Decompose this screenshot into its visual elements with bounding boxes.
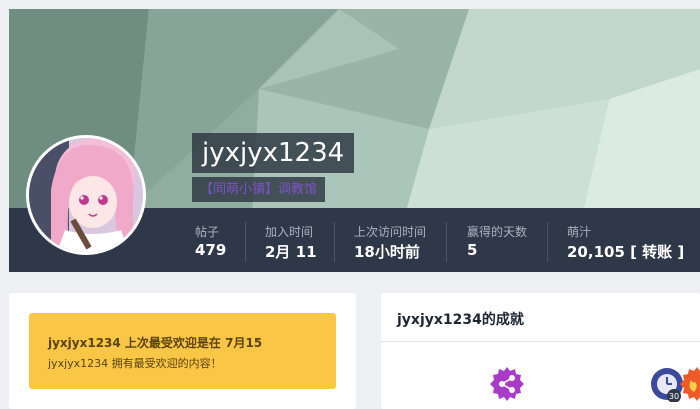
flame-badge-icon[interactable] <box>679 366 700 406</box>
popular-notice: jyxjyx1234 上次最受欢迎是在 7月15 jyxjyx1234 拥有最受… <box>29 313 336 389</box>
clock-badge-count: 30 <box>669 392 679 401</box>
stat-divider <box>245 222 246 262</box>
achievements-title: jyxjyx1234的成就 <box>397 312 524 328</box>
profile-user-title: 【同萌小镇】调教馆 <box>192 177 326 202</box>
avatar[interactable] <box>26 135 146 255</box>
stat-value[interactable]: 20,105 [ 转账 ] <box>567 241 684 262</box>
popular-notice-text: jyxjyx1234 拥有最受欢迎的内容！ <box>48 357 222 370</box>
achievements-card: jyxjyx1234的成就 30 <box>381 293 700 409</box>
stat-label: 上次访问时间 <box>354 225 427 239</box>
stat-label: 加入时间 <box>265 225 314 239</box>
popular-notice-title[interactable]: jyxjyx1234 上次最受欢迎是在 7月15 <box>48 334 262 351</box>
stat-value: 479 <box>195 241 227 259</box>
stat-divider <box>547 222 548 262</box>
stat-label: 萌汁 <box>567 225 592 239</box>
stat-divider <box>446 222 447 262</box>
stat-label: 赢得的天数 <box>467 225 528 239</box>
share-badge-icon[interactable] <box>489 366 525 406</box>
stat-value: 18小时前 <box>354 243 420 261</box>
stat-value: 5 <box>467 241 478 259</box>
stat-divider <box>334 222 335 262</box>
anime-avatar-icon <box>29 138 143 252</box>
stat-value: 2月 11 <box>265 243 317 261</box>
stat-label: 帖子 <box>195 225 220 239</box>
profile-username: jyxjyx1234 <box>192 133 355 173</box>
divider <box>381 341 700 342</box>
popular-card: jyxjyx1234 上次最受欢迎是在 7月15 jyxjyx1234 拥有最受… <box>9 293 356 409</box>
